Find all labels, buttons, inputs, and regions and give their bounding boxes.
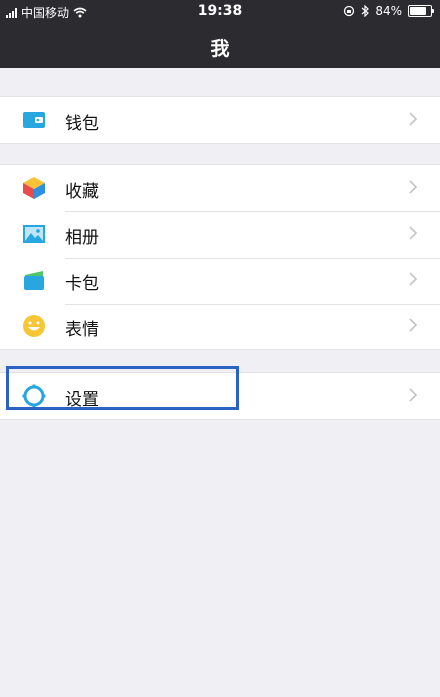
chevron-right-icon: [409, 388, 418, 402]
card-wallet-icon: [24, 271, 44, 290]
settings-highlight-box: [6, 366, 239, 410]
menu-label-album: 相册: [65, 228, 99, 248]
menu-item-favorites[interactable]: 收藏: [0, 165, 440, 211]
chevron-right-icon: [409, 272, 418, 286]
favorites-cube-icon: [23, 177, 45, 199]
menu-label-favorites: 收藏: [65, 182, 99, 202]
album-picture-icon: [23, 225, 45, 243]
menu-label-cards: 卡包: [65, 274, 99, 294]
rotation-lock-icon: [344, 5, 355, 17]
top-bar: 中国移动 19:38 84% 我: [0, 0, 440, 68]
page-title: 我: [210, 38, 230, 60]
battery-percent: 84%: [375, 4, 402, 18]
menu-item-stickers[interactable]: 表情: [0, 303, 440, 349]
wallet-icon: [23, 112, 45, 128]
chevron-right-icon: [409, 180, 418, 194]
status-bar: 中国移动 19:38 84%: [0, 0, 440, 24]
menu-item-wallet[interactable]: 钱包: [0, 97, 440, 143]
features-group: 收藏 相册 卡包 表情: [0, 164, 440, 350]
wallet-group: 钱包: [0, 96, 440, 144]
smiley-icon: [23, 315, 45, 337]
menu-item-cards[interactable]: 卡包: [0, 257, 440, 303]
chevron-right-icon: [409, 318, 418, 332]
bluetooth-icon: [361, 5, 370, 17]
chevron-right-icon: [409, 112, 418, 126]
battery-icon: [408, 5, 434, 17]
menu-item-album[interactable]: 相册: [0, 211, 440, 257]
menu-label-wallet: 钱包: [65, 114, 99, 134]
menu-label-stickers: 表情: [65, 320, 99, 340]
chevron-right-icon: [409, 226, 418, 240]
